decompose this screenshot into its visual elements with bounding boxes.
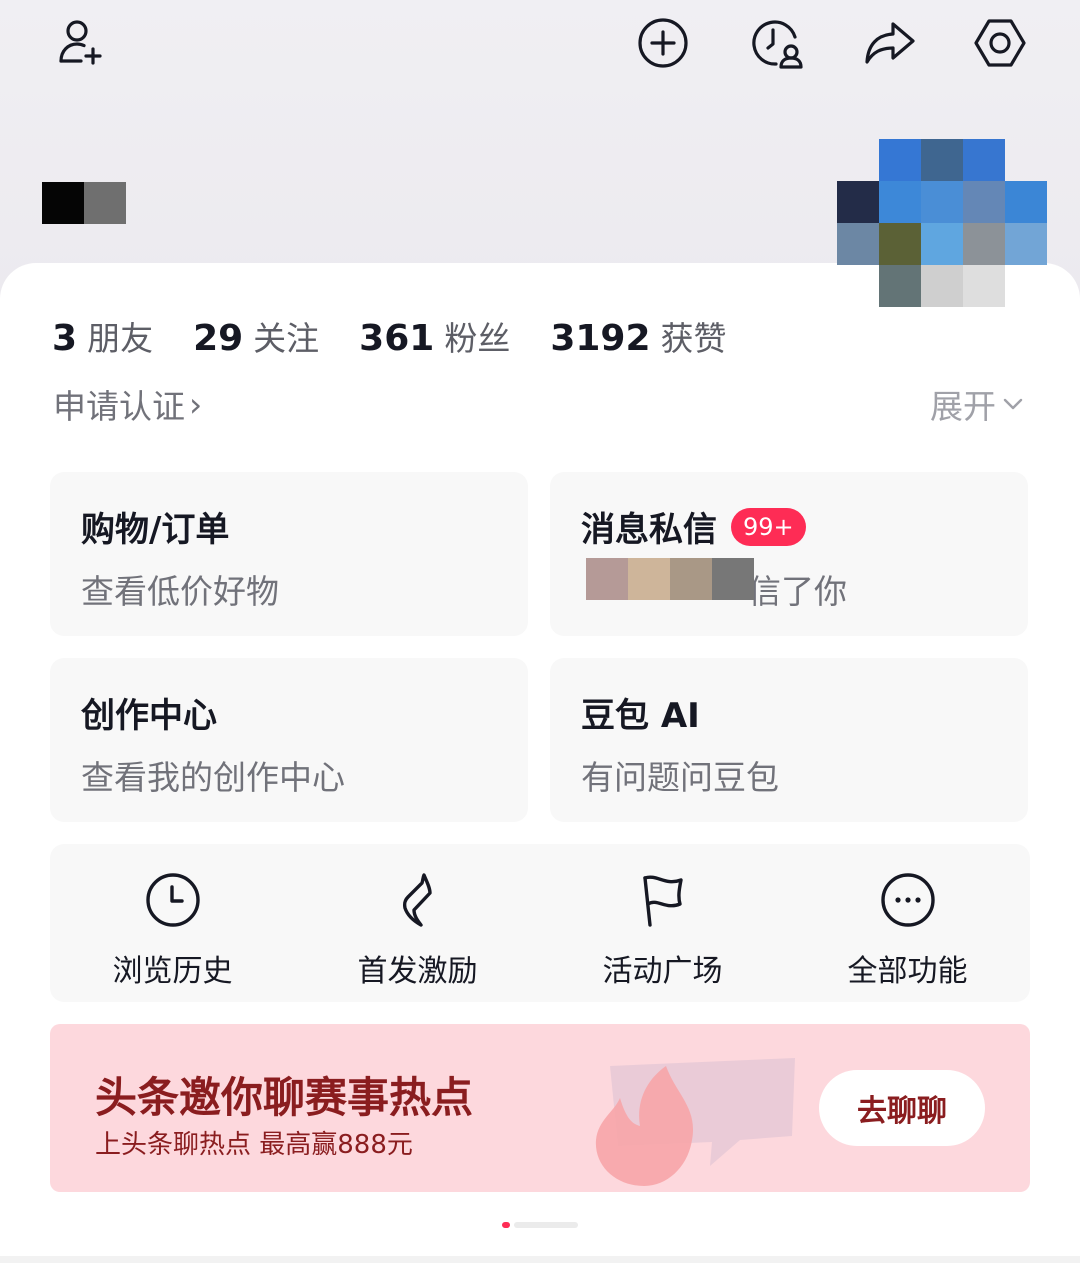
stat-followers-count: 361	[359, 318, 435, 359]
page-indicator-active	[502, 1222, 510, 1228]
stat-friends[interactable]: 3 朋友	[52, 312, 153, 360]
tile-doubao-title: 豆包 AI	[581, 696, 700, 736]
tile-messages-subtitle: 信了你	[748, 572, 847, 611]
profile-stats: 3 朋友 29 关注 361 粉丝 3192 获赞	[52, 312, 767, 360]
stat-friends-count: 3	[52, 318, 78, 359]
stat-likes-count: 3192	[550, 318, 651, 359]
tile-creator-title: 创作中心	[81, 696, 217, 736]
banner-title: 头条邀你聊赛事热点	[95, 1073, 474, 1122]
expand-label: 展开	[930, 387, 996, 426]
tile-shopping-subtitle: 查看低价好物	[81, 572, 279, 611]
chevron-right-icon: ›	[189, 384, 203, 424]
tile-creator-center[interactable]: 创作中心 查看我的创作中心	[50, 658, 528, 822]
page-indicator-track	[514, 1222, 578, 1228]
tile-creator-subtitle: 查看我的创作中心	[81, 758, 345, 797]
tile-shopping-title: 购物/订单	[81, 510, 230, 550]
visitor-history-icon[interactable]	[746, 12, 808, 74]
tile-shopping-orders[interactable]: 购物/订单 查看低价好物	[50, 472, 528, 636]
banner-subtitle: 上头条聊热点 最高赢888元	[95, 1130, 413, 1160]
shortcut-events-plaza[interactable]: 活动广场	[540, 844, 785, 1002]
shortcut-bar: 浏览历史 首发激励 活动广场 全部功能	[50, 844, 1030, 1002]
shortcut-browse-history[interactable]: 浏览历史	[50, 844, 295, 1002]
stat-following-count: 29	[193, 318, 244, 359]
add-circle-icon[interactable]	[632, 12, 694, 74]
stat-likes[interactable]: 3192 获赞	[550, 312, 726, 360]
verify-label: 申请认证	[53, 387, 185, 426]
tile-doubao-ai[interactable]: 豆包 AI 有问题问豆包	[550, 658, 1028, 822]
stat-following[interactable]: 29 关注	[193, 312, 319, 360]
stat-following-label: 关注	[253, 319, 320, 358]
stat-friends-label: 朋友	[87, 319, 154, 358]
banner-page-indicator	[502, 1222, 578, 1228]
add-friend-icon[interactable]	[50, 12, 112, 74]
promo-banner[interactable]: 头条邀你聊赛事热点 上头条聊热点 最高赢888元 去聊聊	[50, 1024, 1030, 1192]
chevron-down-icon	[1003, 398, 1023, 410]
nickname-redacted	[42, 182, 126, 224]
tile-messages-title-row: 消息私信 99+	[581, 502, 806, 551]
chat-flame-illustration	[595, 1058, 795, 1186]
settings-icon[interactable]	[969, 12, 1031, 74]
banner-chat-button[interactable]: 去聊聊	[819, 1070, 985, 1146]
tile-doubao-subtitle: 有问题问豆包	[581, 758, 779, 797]
tile-messages[interactable]: 消息私信 99+ 信了你	[550, 472, 1028, 636]
message-sender-redacted	[586, 558, 754, 600]
shortcut-all-features-label: 全部功能	[847, 954, 968, 989]
shortcut-launch-incentive-label: 首发激励	[357, 954, 478, 989]
expand-button[interactable]: 展开	[930, 380, 1026, 428]
stat-followers[interactable]: 361 粉丝	[359, 312, 510, 360]
unread-badge: 99+	[731, 507, 806, 546]
shortcut-browse-history-label: 浏览历史	[112, 954, 233, 989]
apply-verification-link[interactable]: 申请认证 ›	[53, 380, 202, 428]
flag-icon	[642, 875, 683, 927]
share-icon[interactable]	[858, 12, 920, 74]
clock-icon	[145, 873, 200, 927]
more-icon	[880, 873, 935, 927]
lightning-icon	[402, 873, 432, 927]
avatar[interactable]	[837, 139, 1047, 307]
shortcut-events-plaza-label: 活动广场	[602, 954, 723, 989]
stat-likes-label: 获赞	[660, 319, 727, 358]
shortcut-launch-incentive[interactable]: 首发激励	[295, 844, 540, 1002]
bottom-divider	[0, 1256, 1080, 1263]
stat-followers-label: 粉丝	[444, 319, 511, 358]
shortcut-all-features[interactable]: 全部功能	[785, 844, 1030, 1002]
tile-messages-title: 消息私信	[581, 510, 717, 550]
